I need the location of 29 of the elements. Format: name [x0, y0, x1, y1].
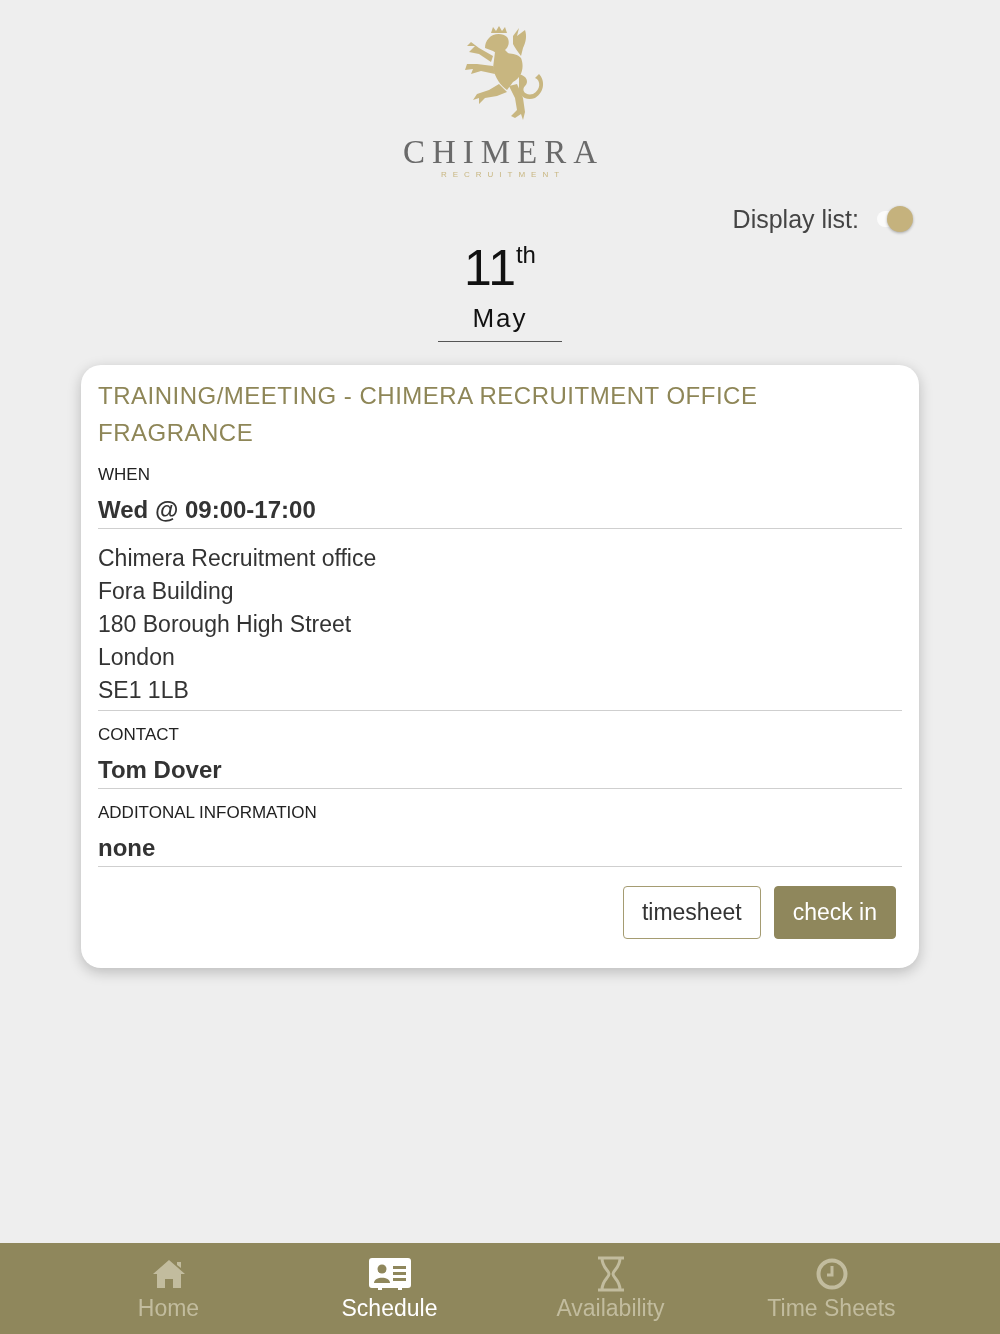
- display-list-toggle[interactable]: [875, 205, 915, 233]
- logo-tagline: RECRUITMENT: [440, 170, 566, 180]
- logo-wordmark: CHIMERA: [402, 134, 605, 170]
- event-title: TRAINING/MEETING - CHIMERA RECRUITMENT OFFICE FRAGRANCE: [98, 381, 759, 448]
- date-day: 11: [464, 240, 516, 296]
- address-line: Chimera Recruitment office: [98, 544, 377, 573]
- field-value: none: [98, 833, 156, 863]
- nav-tab[interactable]: Schedule: [279, 1243, 500, 1334]
- display-list-label: Display list:: [732, 204, 859, 234]
- address-line: 180 Borough High Street: [98, 610, 352, 639]
- field-label: CONTACT: [98, 724, 179, 746]
- contact-card-icon: [368, 1258, 411, 1290]
- clock-icon: [815, 1258, 848, 1290]
- field-label: ADDITONAL INFORMATION: [98, 802, 317, 824]
- date-month: May: [472, 302, 528, 335]
- date-suffix: th: [515, 240, 536, 268]
- field-value: Wed @ 09:00-17:00: [98, 495, 316, 525]
- address-line: Fora Building: [98, 577, 234, 606]
- address-line: SE1 1LB: [98, 676, 189, 705]
- field-label: WHEN: [98, 464, 150, 486]
- hourglass-icon: [595, 1256, 626, 1292]
- nav-tab[interactable]: Time Sheets: [721, 1243, 942, 1334]
- nav-tab[interactable]: Home: [58, 1243, 279, 1334]
- field-value: Tom Dover: [98, 755, 222, 785]
- address-line: London: [98, 643, 175, 672]
- check-in-button[interactable]: check in: [773, 886, 896, 939]
- timesheet-button[interactable]: timesheet: [622, 886, 761, 939]
- home-icon: [151, 1259, 186, 1289]
- nav-tab[interactable]: Availability: [500, 1243, 721, 1334]
